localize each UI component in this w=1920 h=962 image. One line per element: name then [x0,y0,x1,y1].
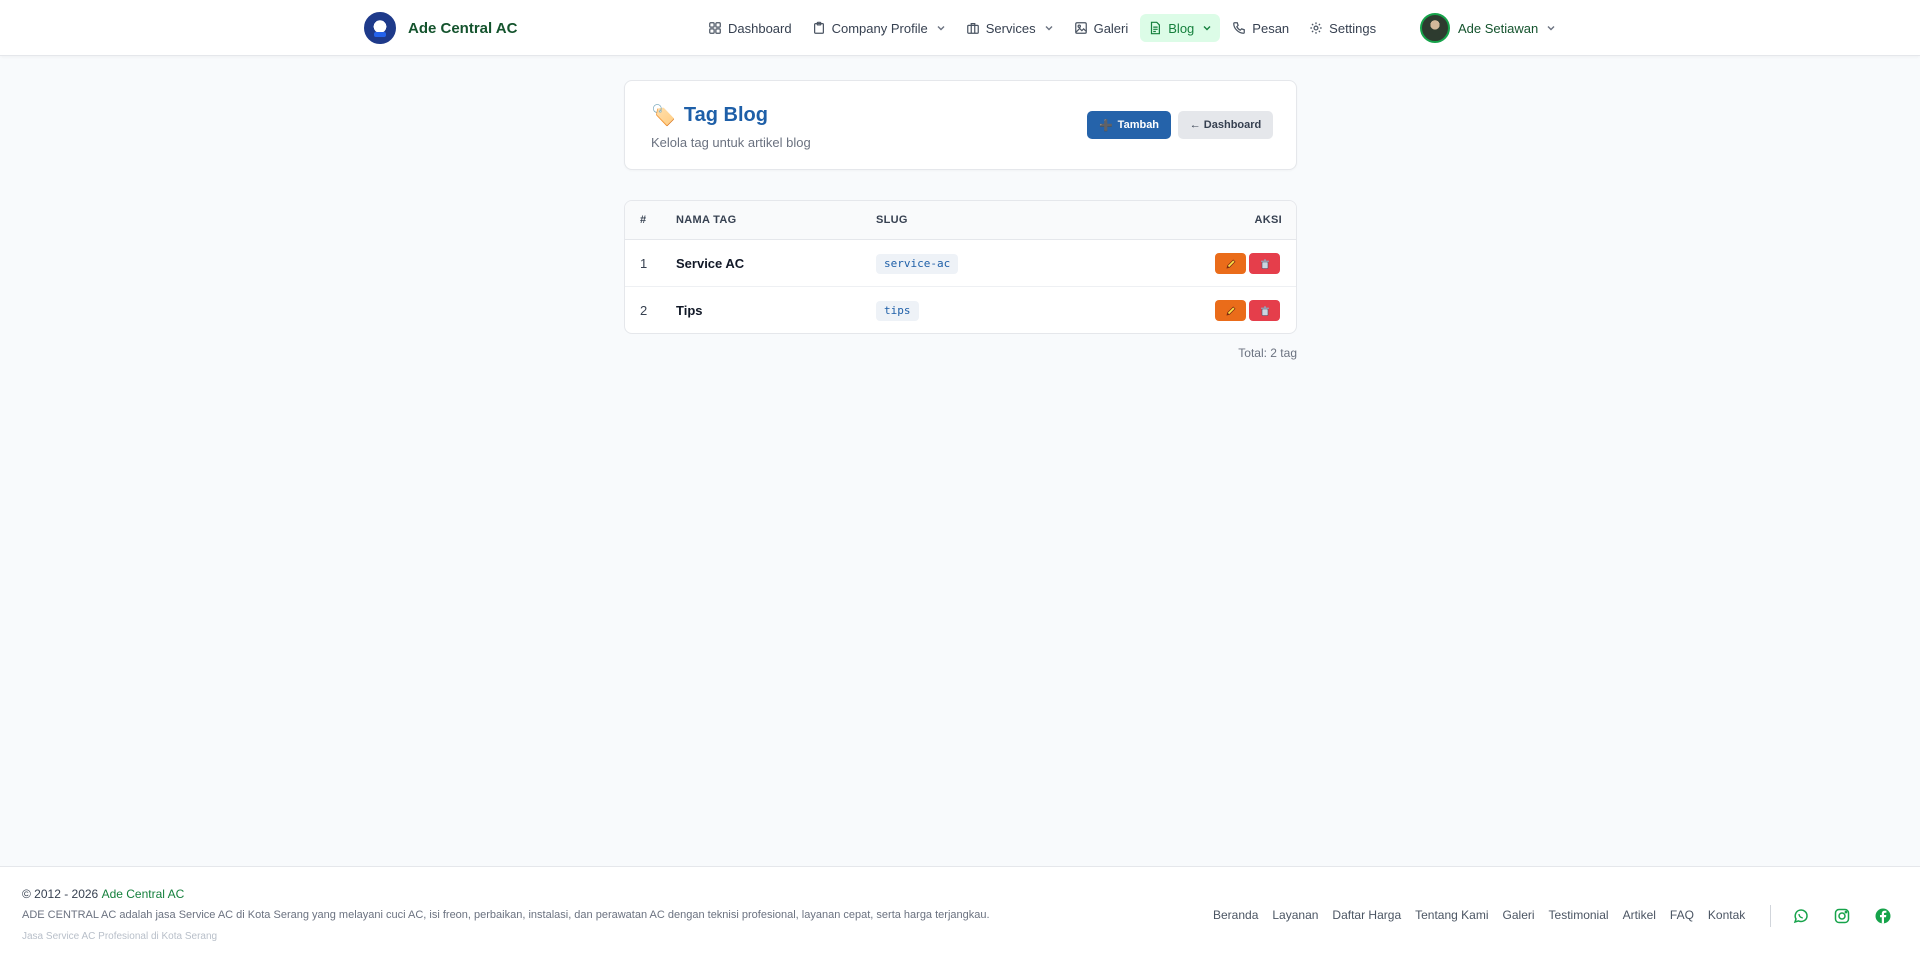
page-subtitle: Kelola tag untuk artikel blog [651,135,811,150]
nav-item-blog[interactable]: Blog [1140,14,1221,42]
delete-button[interactable] [1249,300,1280,321]
edit-button[interactable] [1215,300,1246,321]
copyright: © 2012 - 2026 Ade Central AC [22,887,184,901]
nav-item-galeri[interactable]: Galeri [1066,14,1137,42]
instagram-link[interactable] [1831,905,1853,927]
chevron-down-icon [1045,26,1053,31]
whatsapp-link[interactable] [1790,905,1812,927]
user-name: Ade Setiawan [1458,20,1539,36]
back-to-dashboard-button[interactable]: ← Dashboard [1178,111,1273,139]
tags-table: # NAMA TAG SLUG AKSI 1 Service AC servic… [624,200,1297,334]
nav-item-company-profile[interactable]: Company Profile [804,14,954,42]
nav-label-dashboard: Dashboard [728,20,792,36]
footer: © 2012 - 2026 Ade Central AC ADE CENTRAL… [0,866,1920,962]
add-tag-button[interactable]: ➕ Tambah [1087,111,1171,139]
footer-link-kontak[interactable]: Kontak [1708,908,1745,924]
phone-icon [1233,22,1246,34]
row-number: 2 [640,303,648,318]
brand-name: Ade Central AC [408,19,518,37]
user-menu[interactable]: Ade Setiawan [1420,13,1556,43]
tag-icon: 🏷️ [651,105,676,127]
image-icon [1074,22,1087,34]
settings-icon [1310,22,1322,34]
avatar [1420,13,1450,43]
footer-links: Beranda Layanan Daftar Harga Tentang Kam… [1213,908,1745,924]
main-nav: Dashboard Company Profile Services Galer… [700,14,1384,42]
footer-link-faq[interactable]: FAQ [1670,908,1694,924]
nav-label-services: Services [985,20,1036,36]
nav-item-dashboard[interactable]: Dashboard [700,14,800,42]
page-title-text: Tag Blog [683,104,768,126]
chevron-down-icon [1547,26,1555,31]
back-to-dashboard-label: ← Dashboard [1189,119,1262,131]
edit-button[interactable] [1215,253,1246,274]
nav-label-galeri: Galeri [1093,20,1129,36]
footer-divider [1770,905,1771,927]
nav-item-services[interactable]: Services [958,14,1062,42]
column-header-slug: SLUG [876,214,908,226]
nav-item-pesan[interactable]: Pesan [1224,14,1297,42]
footer-link-layanan[interactable]: Layanan [1272,908,1318,924]
footer-link-testimonial[interactable]: Testimonial [1549,908,1609,924]
table-header: # NAMA TAG SLUG AKSI [625,201,1296,240]
total-count: Total: 2 tag [1238,346,1297,360]
brand-logo [364,12,396,44]
facebook-icon [1875,908,1891,924]
pencil-icon [1226,259,1235,268]
chevron-down-icon [937,26,945,31]
footer-link-beranda[interactable]: Beranda [1213,908,1258,924]
column-header-name: NAMA TAG [676,214,737,226]
brand[interactable]: Ade Central AC [364,11,517,45]
grid-icon [709,22,721,34]
footer-link-artikel[interactable]: Artikel [1623,908,1656,924]
whatsapp-icon [1793,909,1808,924]
pencil-icon [1226,306,1235,315]
add-tag-label: Tambah [1117,119,1160,131]
table-row: 2 Tips tips [625,287,1296,333]
instagram-icon [1834,908,1850,924]
footer-description: ADE CENTRAL AC adalah jasa Service AC di… [22,909,990,921]
footer-link-tentang-kami[interactable]: Tentang Kami [1415,908,1488,924]
document-icon [1151,21,1161,35]
footer-tagline: Jasa Service AC Profesional di Kota Sera… [22,931,218,942]
trash-icon [1260,258,1269,269]
facebook-link[interactable] [1872,905,1894,927]
trash-icon [1260,305,1269,316]
top-navbar: Ade Central AC Dashboard Company Profile… [0,0,1920,56]
briefcase-icon [966,23,979,34]
nav-label-pesan: Pesan [1252,20,1290,36]
nav-label-blog: Blog [1168,20,1195,36]
chevron-down-icon [1203,26,1211,31]
tag-name: Tips [676,303,703,318]
delete-button[interactable] [1249,253,1280,274]
tag-slug: tips [876,301,919,321]
copyright-years: © 2012 - 2026 [22,887,99,901]
nav-label-settings: Settings [1329,20,1377,36]
footer-brand-link[interactable]: Ade Central AC [102,887,185,901]
footer-link-daftar-harga[interactable]: Daftar Harga [1332,908,1401,924]
table-row: 1 Service AC service-ac [625,240,1296,287]
column-header-actions: AKSI [1254,214,1282,226]
footer-link-galeri[interactable]: Galeri [1503,908,1535,924]
plus-icon: ➕ [1098,119,1113,132]
row-number: 1 [640,256,648,271]
page-title: 🏷️ Tag Blog [651,103,768,128]
page-header-card: 🏷️ Tag Blog Kelola tag untuk artikel blo… [624,80,1297,170]
tag-slug: service-ac [876,254,959,274]
nav-label-company-profile: Company Profile [831,20,928,36]
column-header-number: # [640,214,647,226]
tag-name: Service AC [676,256,745,271]
nav-item-settings[interactable]: Settings [1301,14,1384,42]
clipboard-icon [813,21,824,34]
